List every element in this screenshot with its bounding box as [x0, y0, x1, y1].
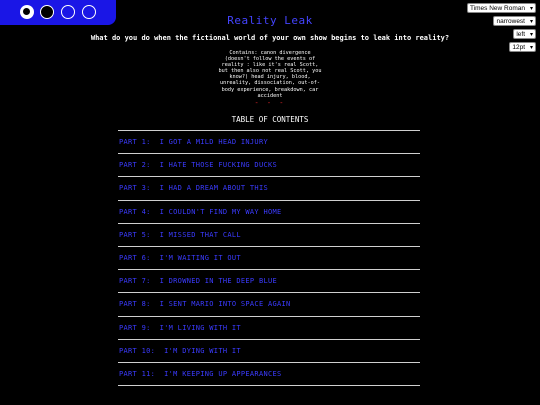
- toc-item: PART 1: I GOT A MILD HEAD INJURY: [118, 131, 420, 155]
- chapter-link-11[interactable]: PART 11: I'M KEEPING UP APPEARANCES: [119, 370, 282, 378]
- toc-item: PART 4: I COULDN'T FIND MY WAY HOME: [118, 201, 420, 224]
- table-of-contents: PART 1: I GOT A MILD HEAD INJURY PART 2:…: [118, 130, 420, 387]
- chapter-link-8[interactable]: PART 8: I SENT MARIO INTO SPACE AGAIN: [119, 300, 291, 308]
- font-select-value: Times New Roman: [469, 5, 525, 12]
- size-select-value: 12pt: [512, 44, 525, 51]
- chapter-link-10[interactable]: PART 10: I'M DYING WITH IT: [119, 347, 241, 355]
- section-divider: - - -: [254, 99, 286, 107]
- toc-item: PART 8: I SENT MARIO INTO SPACE AGAIN: [118, 293, 420, 317]
- chapter-link-6[interactable]: PART 6: I'M WAITING IT OUT: [119, 254, 241, 262]
- chapter-link-5[interactable]: PART 5: I MISSED THAT CALL: [119, 231, 241, 239]
- chapter-link-7[interactable]: PART 7: I DROWNED IN THE DEEP BLUE: [119, 277, 277, 285]
- chapter-link-4[interactable]: PART 4: I COULDN'T FIND MY WAY HOME: [119, 208, 282, 216]
- toc-heading: TABLE OF CONTENTS: [231, 115, 309, 124]
- chapter-link-1[interactable]: PART 1: I GOT A MILD HEAD INJURY: [119, 138, 268, 146]
- toc-item: PART 9: I'M LIVING WITH IT: [118, 317, 420, 340]
- toc-item: PART 2: I HATE THOSE FUCKING DUCKS: [118, 154, 420, 178]
- toc-item: PART 11: I'M KEEPING UP APPEARANCES: [118, 363, 420, 387]
- work-title: Reality Leak: [227, 14, 313, 27]
- chevron-down-icon: ▾: [529, 6, 533, 12]
- size-select[interactable]: 12pt ▾: [509, 42, 536, 52]
- chapter-link-3[interactable]: PART 3: I HAD A DREAM ABOUT THIS: [119, 184, 268, 192]
- chevron-down-icon: ▾: [529, 45, 533, 51]
- chapter-link-9[interactable]: PART 9: I'M LIVING WITH IT: [119, 324, 241, 332]
- work-notes: Contains: canon divergence (doesn't foll…: [218, 50, 322, 99]
- toc-item: PART 10: I'M DYING WITH IT: [118, 340, 420, 363]
- chapter-link-2[interactable]: PART 2: I HATE THOSE FUCKING DUCKS: [119, 161, 277, 169]
- toc-item: PART 3: I HAD A DREAM ABOUT THIS: [118, 177, 420, 201]
- font-select[interactable]: Times New Roman ▾: [466, 3, 536, 13]
- toc-item: PART 6: I'M WAITING IT OUT: [118, 247, 420, 271]
- work-summary: What do you do when the fictional world …: [90, 34, 450, 42]
- toc-item: PART 5: I MISSED THAT CALL: [118, 224, 420, 247]
- toc-item: PART 7: I DROWNED IN THE DEEP BLUE: [118, 270, 420, 294]
